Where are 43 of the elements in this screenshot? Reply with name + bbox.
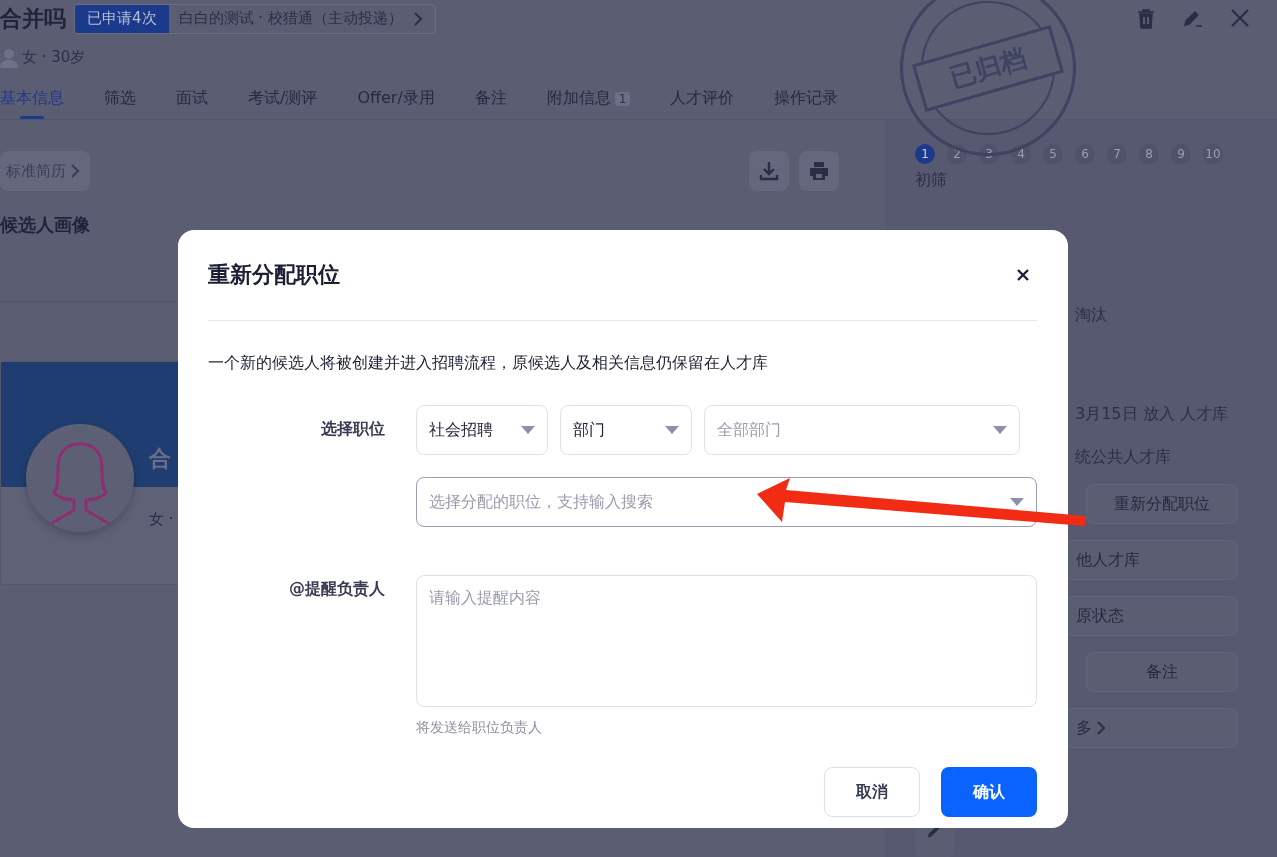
step-number[interactable]: 9	[1171, 144, 1191, 164]
position-select[interactable]: 选择分配的职位，支持输入搜索	[416, 477, 1037, 527]
dialog-title: 重新分配职位	[208, 261, 340, 289]
cancel-button[interactable]: 取消	[824, 767, 920, 817]
dialog-description: 一个新的候选人将被创建并进入招聘流程，原候选人及相关信息仍保留在人才库	[208, 353, 769, 374]
candidate-name: 合并吗	[0, 4, 66, 33]
confirm-button[interactable]: 确认	[941, 767, 1037, 817]
field-label: @提醒负责人	[289, 578, 385, 600]
caret-icon	[521, 426, 535, 434]
card-name: 合	[149, 445, 171, 473]
close-icon	[1017, 269, 1029, 281]
step-number[interactable]: 5	[1043, 144, 1063, 164]
caret-icon	[665, 426, 679, 434]
select-field[interactable]: 全部部门	[704, 405, 1020, 455]
section-heading: 候选人画像	[0, 213, 91, 237]
chevron-icon	[1096, 721, 1106, 735]
close-icon[interactable]	[1231, 8, 1249, 27]
hint-text: 将发送给职位负责人	[416, 719, 543, 737]
pencil-icon[interactable]	[1183, 8, 1203, 29]
download-icon	[759, 161, 779, 181]
printer-icon	[809, 161, 829, 181]
caret-icon	[1010, 498, 1024, 506]
count-badge: 1	[614, 91, 631, 106]
chevron-icon	[70, 164, 80, 178]
step-number[interactable]: 6	[1075, 144, 1095, 164]
step-number[interactable]: 1	[915, 144, 935, 164]
card-info: 女 ·	[149, 510, 174, 529]
step-number[interactable]: 4	[1011, 144, 1031, 164]
print-button[interactable]	[799, 151, 839, 191]
field-label: 选择职位	[321, 418, 385, 440]
download-button[interactable]	[749, 151, 789, 191]
close-button[interactable]	[1017, 269, 1029, 281]
select-field[interactable]: 部门	[560, 405, 692, 455]
applied-badge: 已申请4次	[75, 4, 169, 33]
trash-icon[interactable]	[1137, 8, 1155, 29]
step-number[interactable]: 10	[1203, 144, 1223, 164]
chevron-icon	[412, 11, 423, 26]
remind-field[interactable]: 请输入提醒内容	[416, 575, 1037, 707]
step-number[interactable]: 7	[1107, 144, 1127, 164]
tab[interactable]: 基本信息	[0, 78, 64, 119]
caret-icon	[993, 426, 1007, 434]
select-field[interactable]: 社会招聘	[416, 405, 548, 455]
step-number[interactable]: 8	[1139, 144, 1159, 164]
